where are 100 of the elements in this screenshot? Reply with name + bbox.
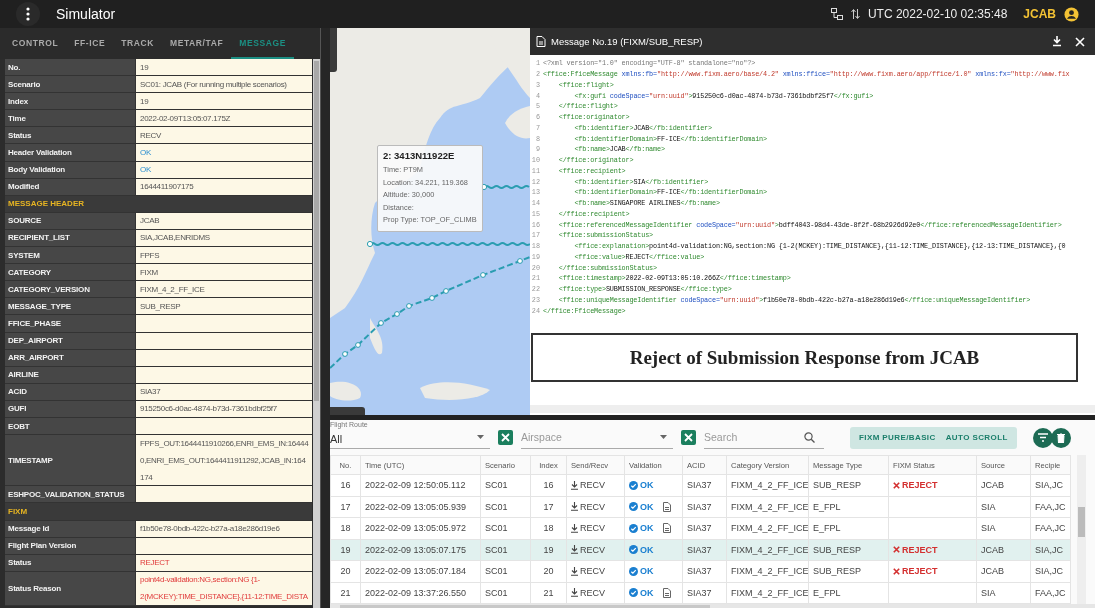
filter-button[interactable] (1032, 427, 1053, 448)
route-waypoint-icon[interactable] (366, 240, 374, 248)
menu-button[interactable] (16, 2, 40, 26)
download-icon (571, 480, 578, 490)
table-row[interactable]: 19 2022-02-09 13:05:07.175 SC01 19 RECV OK SIA37 FIXM_4_2_FF_ICE SUB_RESP REJECT JCAB SIA,JC (330, 539, 1071, 561)
field-value: 19 (135, 59, 312, 76)
table-cell: SC01 (485, 566, 508, 577)
table-cell: RECV (580, 544, 605, 555)
search-field[interactable]: Search (704, 431, 804, 443)
user-account-icon[interactable] (1064, 6, 1079, 22)
panel-handle[interactable] (330, 28, 337, 72)
table-cell: SIA37 (687, 480, 712, 491)
table-cell: SC01 (485, 480, 508, 491)
table-cell: JCAB (981, 544, 1004, 555)
table-row[interactable]: 16 2022-02-09 12:50:05.112 SC01 16 RECV OK SIA37 FIXM_4_2_FF_ICE SUB_RESP REJECT JCAB SIA,JC (330, 474, 1071, 496)
table-cell: FIXM_4_2_FF_ICE (731, 523, 808, 534)
field-label: CATEGORY (5, 264, 135, 281)
panel-handle[interactable] (330, 407, 365, 415)
document-icon[interactable] (662, 523, 671, 534)
check-circle-icon (629, 502, 638, 512)
table-cell: 16 (543, 480, 554, 491)
download-icon[interactable] (1052, 36, 1062, 47)
section-title: FIXM (8, 507, 28, 516)
tab[interactable]: CONTROL (4, 28, 67, 59)
value-line: 2(MCKEY):TIME_DISTANCE},{11-12:TIME_DISTA (140, 591, 308, 604)
network-icon (830, 8, 843, 20)
table-cell: E_FPL (813, 523, 841, 534)
table-cell: SIA37 (687, 501, 712, 512)
close-icon (501, 433, 510, 442)
table-cell: SIA (981, 523, 996, 534)
table-row[interactable]: 21 2022-02-09 13:37:26.550 SC01 21 RECV OK SIA37 FIXM_4_2_FF_ICE E_FPL SIA FAA,JC (330, 582, 1071, 604)
table-cell: SC01 (485, 587, 508, 598)
annotation-caption: Reject of Submission Response from JCAB (531, 333, 1078, 382)
tab[interactable]: METAR/TAF (161, 28, 232, 59)
value-line: point4d-validation:NG,section:NG {1- (140, 574, 260, 587)
table-cell: SIA37 (687, 544, 712, 555)
table-cell: RECV (580, 480, 605, 491)
table-cell: FIXM_4_2_FF_ICE (731, 587, 808, 598)
delete-button[interactable] (1050, 427, 1071, 448)
fixm-status: REJECT (902, 480, 938, 491)
clear-button[interactable] (681, 430, 696, 445)
tooltip-title: 2: 3413N11922E (383, 150, 456, 161)
table-cell: E_FPL (813, 501, 841, 512)
table-cell: FAA,JC (1035, 523, 1066, 534)
document-icon[interactable] (662, 501, 671, 512)
table-cell: RECV (580, 523, 605, 534)
toggle-button[interactable]: AUTO SCROLL (940, 426, 1013, 449)
document-icon[interactable] (662, 587, 671, 598)
document-icon (536, 36, 546, 47)
field-value: RECV (135, 127, 312, 144)
field-label: MESSAGE_TYPE (5, 298, 135, 315)
table-cell: 21 (340, 587, 351, 598)
table-cell: 2022-02-09 13:05:05.972 (365, 523, 467, 534)
table-row[interactable]: 20 2022-02-09 13:05:07.184 SC01 20 RECV OK SIA37 FIXM_4_2_FF_ICE SUB_RESP REJECT JCAB SIA,JC (330, 560, 1071, 582)
table-cell: FIXM_4_2_FF_ICE (731, 566, 808, 577)
tab[interactable]: TRACK (113, 28, 162, 59)
table-cell: 2022-02-09 13:05:07.175 (365, 544, 467, 555)
close-icon[interactable] (1075, 36, 1085, 47)
scrollbar[interactable] (1077, 455, 1086, 604)
cross-icon (893, 481, 900, 489)
table-row[interactable]: 17 2022-02-09 13:05:05.939 SC01 17 RECV OK SIA37 FIXM_4_2_FF_ICE E_FPL SIA FAA,JC (330, 496, 1071, 518)
close-icon (684, 433, 693, 442)
message-viewer-title: Message No.19 (FIXM/SUB_RESP) (551, 36, 703, 47)
table-cell: SIA (981, 587, 996, 598)
field-label: Status Reason (5, 571, 135, 605)
check-circle-icon (629, 523, 638, 533)
scrollbar[interactable] (530, 405, 1095, 413)
app-title: Simulator (56, 6, 116, 22)
validation-status: OK (640, 544, 654, 555)
tab[interactable]: FF-ICE (66, 28, 114, 59)
trash-icon (1056, 432, 1065, 443)
field-value: SUB_RESP (135, 298, 312, 315)
table-cell: 2022-02-09 13:05:05.939 (365, 501, 467, 512)
table-cell: FIXM_4_2_FF_ICE (731, 544, 808, 555)
table-cell: RECV (580, 566, 605, 577)
download-icon (571, 566, 578, 576)
table-cell: 2022-02-09 13:05:07.184 (365, 566, 467, 577)
field-label: No. (5, 59, 135, 76)
scrollbar[interactable] (313, 59, 320, 608)
toggle-button[interactable]: FIXM PURE/BASIC (854, 426, 941, 449)
field-label: ESHPOC_VALIDATION_STATUS (5, 486, 135, 503)
table-cell: SC01 (485, 544, 508, 555)
table-row[interactable]: 18 2022-02-09 13:05:05.972 SC01 18 RECV OK SIA37 FIXM_4_2_FF_ICE E_FPL SIA FAA,JC (330, 517, 1071, 539)
check-circle-icon (629, 588, 638, 598)
table-cell: 21 (543, 587, 554, 598)
clear-button[interactable] (498, 430, 513, 445)
search-icon (804, 431, 815, 443)
user-name: JCAB (1023, 7, 1056, 21)
field-value: 19 (135, 93, 312, 110)
download-icon (571, 502, 578, 512)
filter-icon (1037, 433, 1048, 442)
table-cell: 20 (340, 566, 351, 577)
table-cell: E_FPL (813, 587, 841, 598)
table-cell: 17 (340, 501, 351, 512)
field-value: OK (135, 144, 312, 161)
field-label: SYSTEM (5, 247, 135, 264)
value-line: 0,ENRI_EMS_OUT:1644411911292,JCAB_IN:164 (140, 454, 306, 467)
table-cell: SIA37 (687, 587, 712, 598)
validation-status: OK (640, 566, 654, 577)
table-cell: FIXM_4_2_FF_ICE (731, 501, 808, 512)
